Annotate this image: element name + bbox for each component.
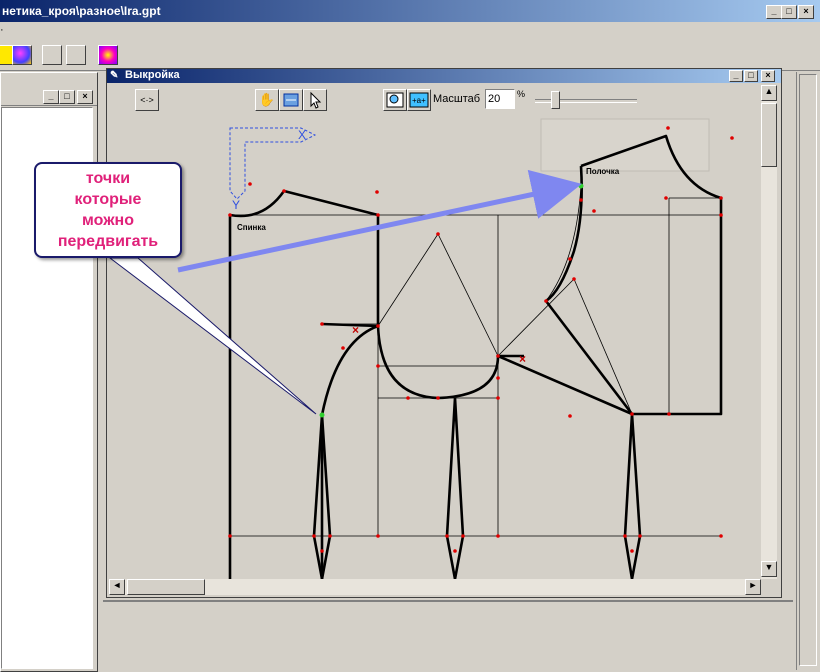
scale-label: Масштаб (433, 93, 481, 105)
menu-item[interactable]: · (0, 24, 4, 36)
blank-button-1[interactable] (42, 45, 62, 65)
delete-marker: × (352, 323, 359, 337)
scroll-left-button[interactable]: ◄ (109, 579, 125, 595)
hscroll-thumb[interactable] (127, 579, 205, 595)
pattern-minimize-button[interactable]: _ (729, 70, 743, 82)
back-piece-label: Спинка (237, 223, 266, 232)
scroll-down-button[interactable]: ▼ (761, 561, 777, 577)
wand-icon[interactable] (98, 45, 118, 65)
delete-marker: × (519, 352, 526, 366)
scale-input[interactable]: 20 (485, 89, 515, 109)
annotation-line-2: которые (74, 191, 142, 208)
selected-point (319, 412, 325, 418)
app-title: нетика_кроя\разное\Ira.gpt (2, 4, 161, 18)
pattern-window-icon: ✎ (110, 70, 119, 81)
left-panel-minimize-button[interactable]: _ (43, 90, 59, 104)
bottom-panel (103, 600, 793, 672)
pattern-maximize-button[interactable]: □ (744, 70, 758, 82)
scale-slider-thumb[interactable] (551, 91, 560, 109)
left-panel-header: _ □ × (1, 87, 97, 106)
main-toolbar (0, 42, 820, 71)
annotation-line-4: передвигать (57, 233, 159, 250)
control-points (228, 126, 734, 553)
left-panel-close-button[interactable]: × (77, 90, 93, 104)
app-close-button[interactable]: × (798, 5, 814, 19)
pen-icon[interactable] (279, 89, 303, 111)
right-dock (796, 72, 820, 670)
vscroll-thumb[interactable] (761, 103, 777, 167)
zoom-fit-icon[interactable]: +a+ (407, 89, 431, 111)
pattern-hscroll[interactable]: ◄ ► (109, 579, 761, 595)
scroll-right-button[interactable]: ► (745, 579, 761, 595)
app-minimize-button[interactable]: _ (766, 5, 782, 19)
pattern-window-title: Выкройка (125, 69, 180, 81)
annotation-line-3: можно (82, 212, 134, 229)
pattern-close-button[interactable]: × (761, 70, 775, 82)
menu-bar: · (0, 22, 820, 42)
zoom-frame-icon[interactable] (383, 89, 407, 111)
pattern-window-titlebar: ✎ Выкройка _ □ × (107, 69, 781, 83)
scroll-up-button[interactable]: ▲ (761, 85, 777, 101)
selected-point (578, 183, 584, 189)
annotation-line-1: точки (85, 170, 131, 187)
app-maximize-button[interactable]: □ (781, 5, 797, 19)
y-axis-label: Y (232, 198, 240, 212)
x-axis-label: X (298, 128, 306, 142)
scale-unit: % (517, 89, 526, 99)
hand-icon[interactable]: ✋ (255, 89, 279, 111)
pattern-canvas[interactable]: X Y × × Спинка Полочка (109, 113, 761, 579)
cursor-icon[interactable] (303, 89, 327, 111)
front-piece-label: Полочка (586, 167, 620, 176)
right-dock-scrollbar[interactable] (799, 74, 817, 666)
palette-icon[interactable] (12, 45, 32, 65)
blank-button-2[interactable] (66, 45, 86, 65)
pattern-drawing[interactable]: X Y × × Спинка Полочка (109, 113, 761, 579)
pattern-vscroll[interactable]: ▲ ▼ (761, 85, 777, 579)
annotation-callout: точки которые можно передвигать (34, 162, 182, 258)
pattern-window: ✎ Выкройка _ □ × <·> ✋ +a+ Масштаб 20 % (106, 68, 782, 598)
app-titlebar: нетика_кроя\разное\Ira.gpt _ □ × (0, 0, 820, 22)
left-panel-maximize-button[interactable]: □ (59, 90, 75, 104)
move-button[interactable]: <·> (135, 89, 159, 111)
svg-text:+a+: +a+ (412, 96, 426, 105)
